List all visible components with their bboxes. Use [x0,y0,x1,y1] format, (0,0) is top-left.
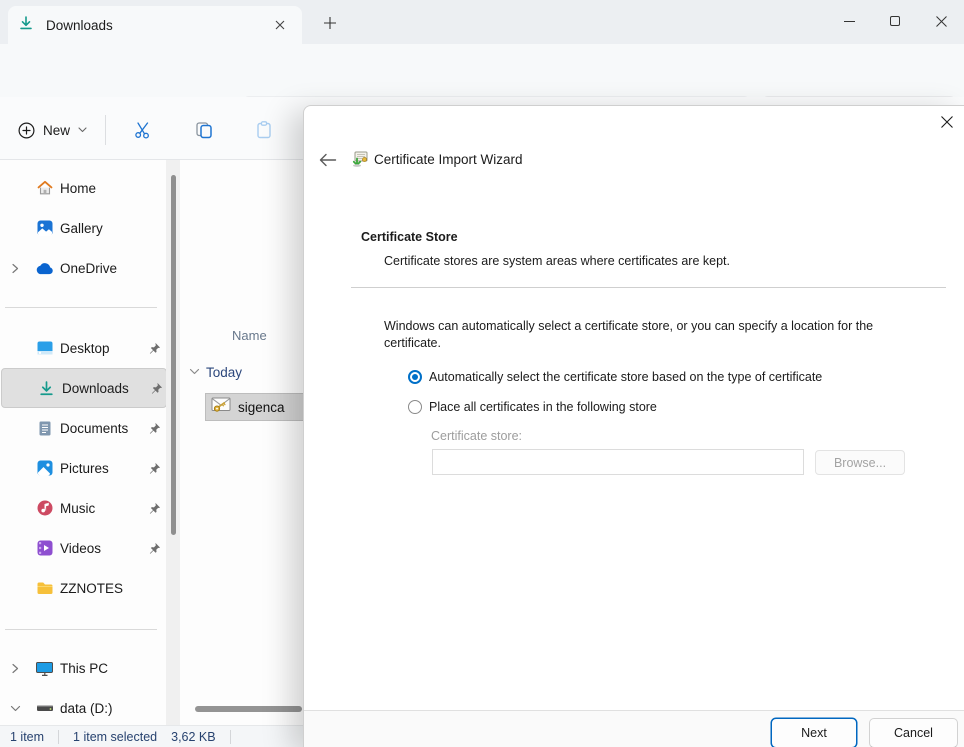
status-divider [230,730,231,744]
sidebar-item-videos[interactable]: Videos [0,528,166,568]
chevron-right-icon[interactable] [8,261,22,275]
cut-icon[interactable] [123,113,163,147]
sidebar-separator [5,307,157,308]
sidebar-item-home[interactable]: Home [0,168,166,208]
file-name: sigenca [238,400,285,415]
navigation-bar: Downloads [0,44,964,97]
sidebar-item-this-pc[interactable]: This PC [0,648,166,688]
certificate-file-icon [210,395,232,420]
new-tab-button[interactable] [316,10,344,36]
certificate-import-wizard-dialog: Certificate Import Wizard Certificate St… [303,105,964,747]
dialog-title: Certificate Import Wizard [374,152,523,167]
command-bar-divider [105,115,106,145]
certificate-store-label: Certificate store: [431,429,522,443]
music-icon [35,499,54,518]
selection-count: 1 item selected [73,730,157,744]
radio-option-place-in-store[interactable]: Place all certificates in the following … [408,400,657,414]
minimize-button[interactable] [826,0,872,42]
folder-icon [35,579,54,598]
pin-icon [147,341,161,355]
downloads-icon [37,379,56,398]
drive-icon [35,699,54,718]
header-divider [351,287,946,288]
pin-icon [147,541,161,555]
sidebar-item-zznotes[interactable]: ZZNOTES [0,568,166,608]
sidebar-item-pictures[interactable]: Pictures [0,448,166,488]
certificate-store-input[interactable] [432,449,804,475]
browse-button[interactable]: Browse... [815,450,905,475]
chevron-down-icon[interactable] [189,363,200,381]
group-label: Today [206,365,242,380]
pin-icon [147,501,161,515]
home-icon [35,179,54,198]
sidebar-scrollbar-thumb[interactable] [171,175,176,535]
explorer-window: Downloads [0,0,964,747]
downloads-icon [18,15,34,36]
sidebar-item-downloads[interactable]: Downloads [1,368,167,408]
pin-icon [149,381,163,395]
desktop-icon [35,339,54,358]
items-count: 1 item [10,730,44,744]
pictures-icon [35,459,54,478]
dialog-back-button[interactable] [315,148,341,172]
certificate-wizard-icon [351,150,369,168]
new-button[interactable]: New [8,112,97,148]
horizontal-scrollbar-thumb[interactable] [195,706,302,712]
dialog-footer: Next Cancel [304,710,964,747]
radio-option-automatic[interactable]: Automatically select the certificate sto… [408,370,822,384]
tab-title: Downloads [46,18,268,33]
copy-icon[interactable] [184,113,224,147]
title-bar: Downloads [0,0,964,44]
pin-icon [147,461,161,475]
column-header-name[interactable]: Name [232,328,267,343]
wizard-page-subheading: Certificate stores are system areas wher… [384,254,730,268]
maximize-button[interactable] [872,0,918,42]
tab-downloads[interactable]: Downloads [8,6,302,44]
sidebar-item-gallery[interactable]: Gallery [0,208,166,248]
file-group-today[interactable]: Today [189,363,242,381]
gallery-icon [35,219,54,238]
chevron-down-icon[interactable] [8,701,22,715]
plus-circle-icon [18,122,35,139]
sidebar-item-onedrive[interactable]: OneDrive [0,248,166,288]
pin-icon [147,421,161,435]
status-divider [58,730,59,744]
wizard-page-heading: Certificate Store [361,230,458,244]
onedrive-icon [35,259,54,278]
paste-icon[interactable] [244,113,284,147]
close-window-button[interactable] [918,0,964,42]
window-controls [826,0,964,44]
sidebar-separator [5,629,157,630]
videos-icon [35,539,54,558]
wizard-intro-text: Windows can automatically select a certi… [384,318,914,352]
radio-unselected-icon[interactable] [408,400,422,414]
next-button[interactable]: Next [771,718,857,747]
selection-size: 3,62 KB [171,730,215,744]
cancel-button[interactable]: Cancel [869,718,958,747]
this-pc-icon [35,659,54,678]
sidebar-item-data-drive[interactable]: data (D:) [0,688,166,725]
sidebar-item-desktop[interactable]: Desktop [0,328,166,368]
sidebar-item-documents[interactable]: Documents [0,408,166,448]
documents-icon [35,419,54,438]
chevron-right-icon[interactable] [8,661,22,675]
sidebar-item-music[interactable]: Music [0,488,166,528]
chevron-down-icon [78,127,87,133]
tab-close-icon[interactable] [268,13,292,37]
dialog-close-icon[interactable] [932,108,962,136]
new-button-label: New [43,123,70,138]
radio-selected-icon[interactable] [408,370,422,384]
